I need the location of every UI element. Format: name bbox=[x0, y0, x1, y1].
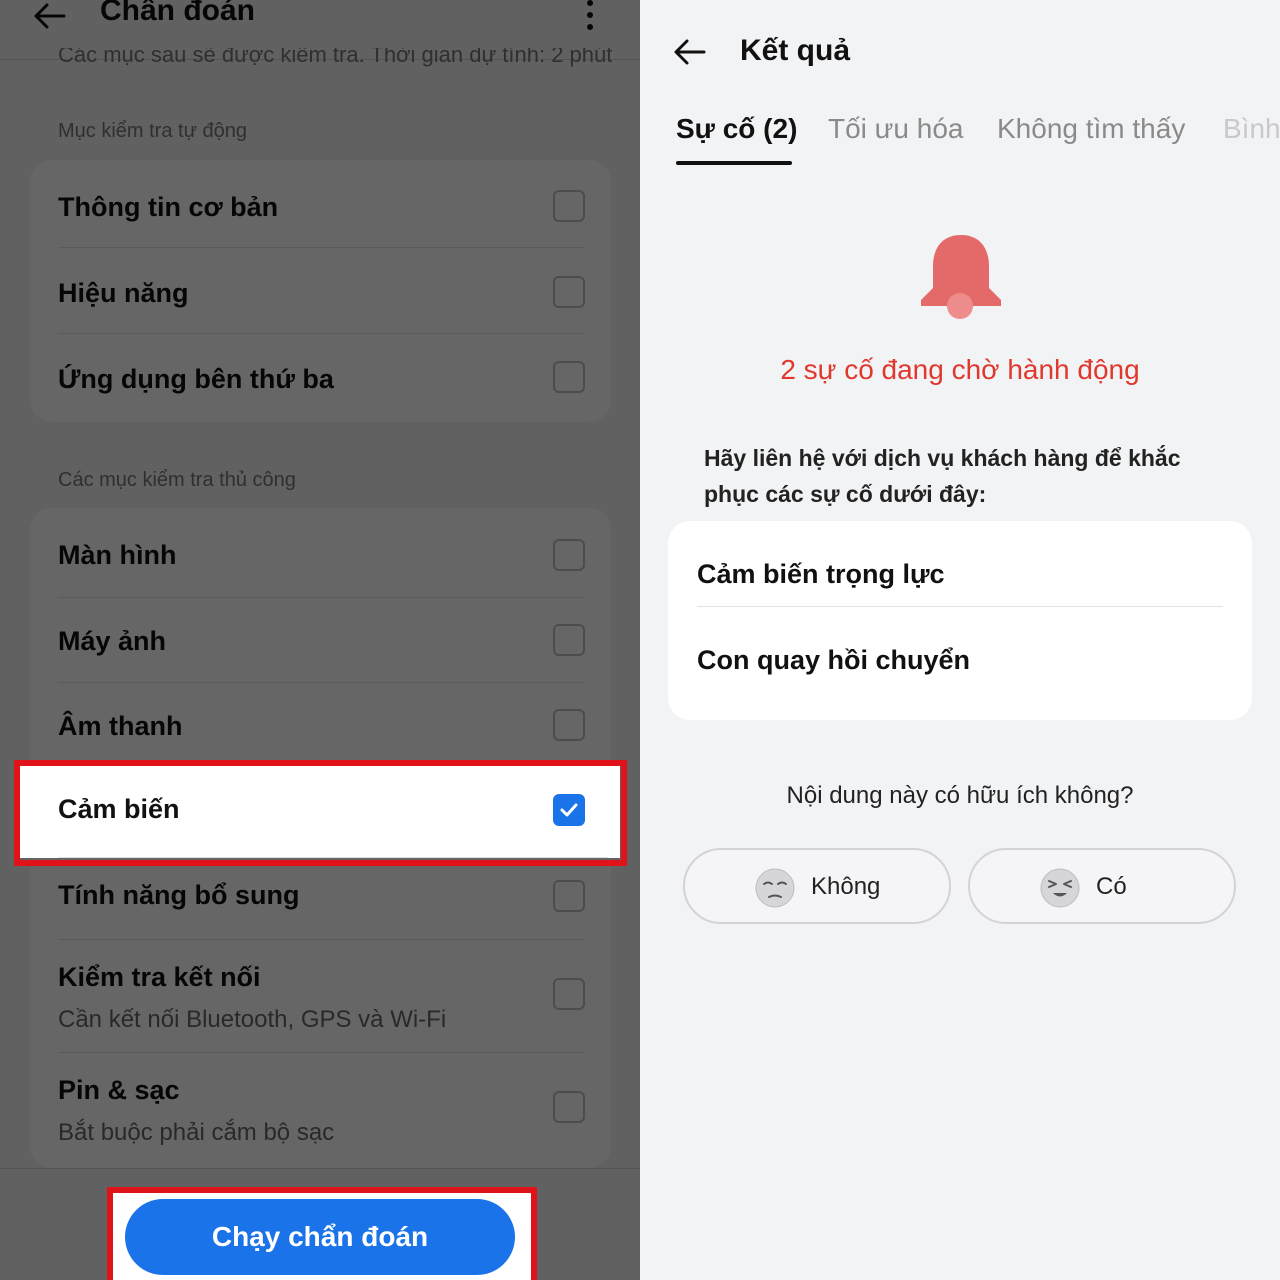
checkbox[interactable] bbox=[553, 276, 585, 308]
check-item-label: Kiểm tra kết nối bbox=[58, 962, 261, 992]
results-panel: Kết quả Sự cố (2) Tối ưu hóa Không tìm t… bbox=[640, 0, 1280, 1280]
checkbox[interactable] bbox=[553, 624, 585, 656]
check-item-label: Thông tin cơ bản bbox=[58, 192, 279, 222]
issues-alert-text: 2 sự cố đang chờ hành động bbox=[780, 354, 1140, 385]
check-item-third-party-apps[interactable]: Ứng dụng bên thứ ba bbox=[58, 334, 585, 422]
checkbox[interactable] bbox=[553, 1091, 585, 1123]
laughing-face-icon bbox=[1040, 868, 1080, 908]
check-item-basic-info[interactable]: Thông tin cơ bản bbox=[58, 160, 585, 248]
auto-checks-card: Thông tin cơ bản Hiệu năng Ứng dụng bên … bbox=[30, 160, 611, 422]
feedback-no-label: Không bbox=[811, 873, 881, 900]
check-item-label: Máy ảnh bbox=[58, 626, 167, 656]
tab-issues[interactable]: Sự cố (2) bbox=[676, 113, 797, 145]
active-tab-indicator bbox=[676, 161, 792, 165]
bell-icon bbox=[921, 235, 1001, 319]
highlight-box-run-button bbox=[107, 1187, 537, 1280]
feedback-yes-label: Có bbox=[1096, 873, 1127, 900]
check-item-label: Tính năng bổ sung bbox=[58, 880, 300, 910]
diagnosis-panel: Chẩn đoán Các mục sau sẽ được kiểm tra. … bbox=[0, 0, 640, 1280]
checkbox[interactable] bbox=[553, 880, 585, 912]
check-item-label: Màn hình bbox=[58, 540, 177, 570]
auto-section-label: Mục kiểm tra tự động bbox=[58, 120, 248, 142]
highlight-box-sensor bbox=[14, 760, 627, 866]
more-menu-icon[interactable] bbox=[582, 0, 598, 34]
feedback-yes-button[interactable]: Có bbox=[968, 848, 1236, 924]
issue-item[interactable]: Con quay hồi chuyển bbox=[697, 645, 1223, 676]
check-item-label: Âm thanh bbox=[58, 711, 183, 741]
sad-face-icon bbox=[755, 868, 795, 908]
check-item-connectivity[interactable]: Kiểm tra kết nối Cần kết nối Bluetooth, … bbox=[58, 940, 585, 1053]
check-item-note: Bắt buộc phải cắm bộ sạc bbox=[58, 1119, 335, 1146]
check-item-performance[interactable]: Hiệu năng bbox=[58, 248, 585, 334]
support-advice-text: Hãy liên hệ với dịch vụ khách hàng để kh… bbox=[704, 445, 1181, 507]
check-item-label: Hiệu năng bbox=[58, 278, 189, 308]
back-arrow-icon[interactable] bbox=[32, 0, 68, 34]
check-item-sound[interactable]: Âm thanh bbox=[58, 683, 585, 768]
check-item-camera[interactable]: Máy ảnh bbox=[58, 598, 585, 683]
tab-not-found[interactable]: Không tìm thấy bbox=[997, 113, 1185, 145]
feedback-no-button[interactable]: Không bbox=[683, 848, 951, 924]
checkbox[interactable] bbox=[553, 978, 585, 1010]
tab-optimization[interactable]: Tối ưu hóa bbox=[828, 113, 964, 145]
checkbox[interactable] bbox=[553, 361, 585, 393]
feedback-question: Nội dung này có hữu ích không? bbox=[786, 782, 1134, 809]
diagnosis-subtitle: Các mục sau sẽ được kiểm tra. Thời gian … bbox=[58, 48, 613, 67]
back-arrow-icon[interactable] bbox=[672, 34, 708, 70]
checkbox[interactable] bbox=[553, 190, 585, 222]
page-title: Chẩn đoán bbox=[100, 0, 255, 27]
checkbox[interactable] bbox=[553, 709, 585, 741]
issue-item[interactable]: Cảm biến trọng lực bbox=[697, 559, 1223, 607]
check-item-display[interactable]: Màn hình bbox=[58, 508, 585, 598]
check-item-label: Pin & sạc bbox=[58, 1075, 180, 1105]
tab-normal[interactable]: Bình thường bbox=[1223, 113, 1280, 145]
issues-card: Cảm biến trọng lực Con quay hồi chuyển bbox=[668, 521, 1252, 720]
page-title: Kết quả bbox=[740, 34, 851, 67]
manual-section-label: Các mục kiểm tra thủ công bbox=[58, 469, 296, 491]
check-item-label: Ứng dụng bên thứ ba bbox=[58, 364, 334, 394]
checkbox[interactable] bbox=[553, 539, 585, 571]
check-item-extra-features[interactable]: Tính năng bổ sung bbox=[58, 854, 585, 940]
check-item-note: Cần kết nối Bluetooth, GPS và Wi-Fi bbox=[58, 1006, 447, 1033]
check-item-battery[interactable]: Pin & sạc Bắt buộc phải cắm bộ sạc bbox=[58, 1053, 585, 1168]
